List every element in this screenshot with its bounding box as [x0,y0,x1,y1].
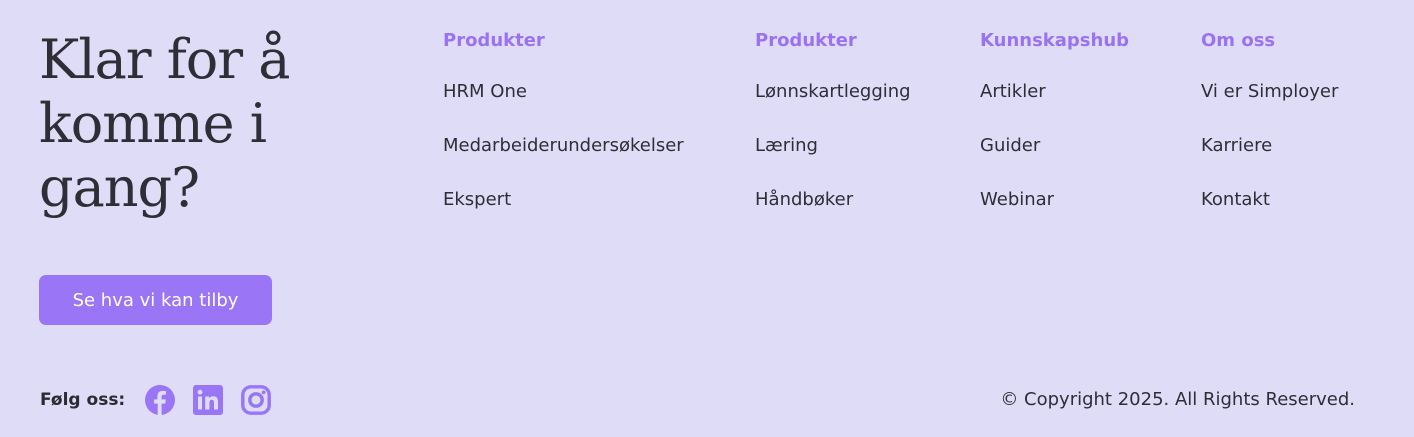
cta-heading: Klar for å komme i gang? [39,28,290,219]
nav-column-about: Om oss Vi er Simployer Karriere Kontakt [1201,30,1338,218]
copyright-text: © Copyright 2025. All Rights Reserved. [1000,389,1355,410]
nav-link-expert[interactable]: Ekspert [443,189,511,210]
linkedin-icon[interactable] [192,384,224,416]
nav-link-learning[interactable]: Læring [755,135,818,156]
nav-link-employee-surveys[interactable]: Medarbeiderundersøkelser [443,135,684,156]
nav-link-pay-mapping[interactable]: Lønnskartlegging [755,81,911,102]
nav-column-knowledge-hub: Kunnskapshub Artikler Guider Webinar [980,30,1129,218]
nav-column-products: Produkter HRM One Medarbeiderundersøkels… [443,30,684,218]
nav-column-title: Produkter [443,30,545,51]
nav-link-careers[interactable]: Karriere [1201,135,1272,156]
nav-link-webinar[interactable]: Webinar [980,189,1054,210]
nav-column-title: Kunnskapshub [980,30,1130,51]
nav-link-guides[interactable]: Guider [980,135,1040,156]
social-links: Følg oss: [40,382,288,418]
nav-link-hrm-one[interactable]: HRM One [443,81,527,102]
nav-column-title: Om oss [1201,30,1276,51]
nav-column-products-2: Produkter Lønnskartlegging Læring Håndbø… [755,30,911,218]
nav-column-title: Produkter [755,30,857,51]
nav-link-about-simployer[interactable]: Vi er Simployer [1201,81,1338,102]
offer-button[interactable]: Se hva vi kan tilby [39,275,272,325]
facebook-icon[interactable] [144,384,176,416]
follow-label: Følg oss: [40,390,126,410]
nav-link-articles[interactable]: Artikler [980,81,1046,102]
nav-link-handbooks[interactable]: Håndbøker [755,189,853,210]
instagram-icon[interactable] [240,384,272,416]
nav-link-contact[interactable]: Kontakt [1201,189,1270,210]
